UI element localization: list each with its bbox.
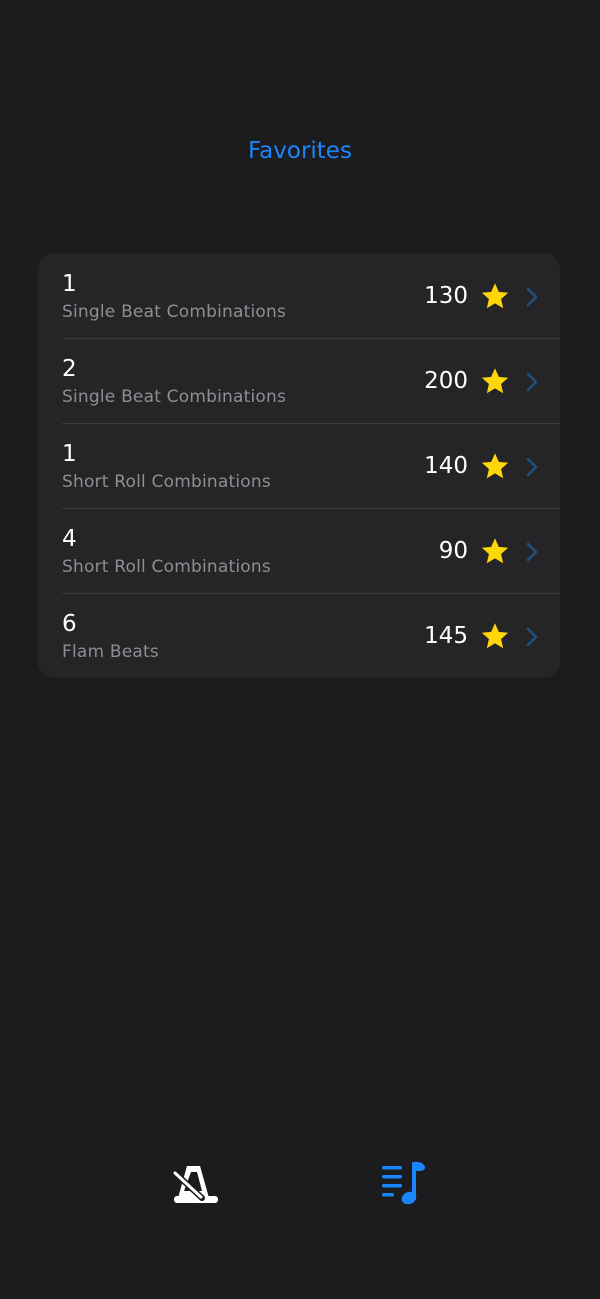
star-icon[interactable] [480,621,510,651]
tab-metronome[interactable] [166,1158,226,1208]
chevron-right-icon [526,627,538,647]
list-item[interactable]: 6 Flam Beats 145 [38,593,560,678]
tempo-value: 130 [424,283,468,309]
star-icon[interactable] [480,451,510,481]
tab-playlist[interactable] [374,1158,434,1208]
exercise-number: 1 [62,441,77,467]
exercise-category: Short Roll Combinations [62,472,271,492]
star-icon[interactable] [480,281,510,311]
chevron-right-icon [526,542,538,562]
chevron-right-icon [526,287,538,307]
tempo-value: 200 [424,368,468,394]
star-icon[interactable] [480,536,510,566]
tab-bar [0,1150,600,1220]
music-list-icon [382,1161,426,1205]
chevron-right-icon [526,457,538,477]
exercise-category: Single Beat Combinations [62,302,287,322]
exercise-number: 4 [62,526,77,552]
tempo-value: 90 [438,538,468,564]
exercise-number: 6 [62,611,77,637]
star-icon[interactable] [480,366,510,396]
metronome-icon [171,1166,218,1203]
page-title[interactable]: Favorites [0,138,600,164]
favorites-list: 1 Single Beat Combinations 130 2 Single … [38,253,560,678]
chevron-right-icon [526,372,538,392]
list-item[interactable]: 1 Short Roll Combinations 140 [38,423,560,508]
exercise-number: 2 [62,356,77,382]
exercise-category: Flam Beats [62,642,159,662]
tempo-value: 145 [424,623,468,649]
exercise-category: Short Roll Combinations [62,557,271,577]
exercise-number: 1 [62,271,77,297]
list-item[interactable]: 2 Single Beat Combinations 200 [38,338,560,423]
list-item[interactable]: 1 Single Beat Combinations 130 [38,253,560,338]
tempo-value: 140 [424,453,468,479]
exercise-category: Single Beat Combinations [62,387,287,407]
favorites-screen: Favorites 1 Single Beat Combinations 130… [0,0,600,1299]
list-item[interactable]: 4 Short Roll Combinations 90 [38,508,560,593]
